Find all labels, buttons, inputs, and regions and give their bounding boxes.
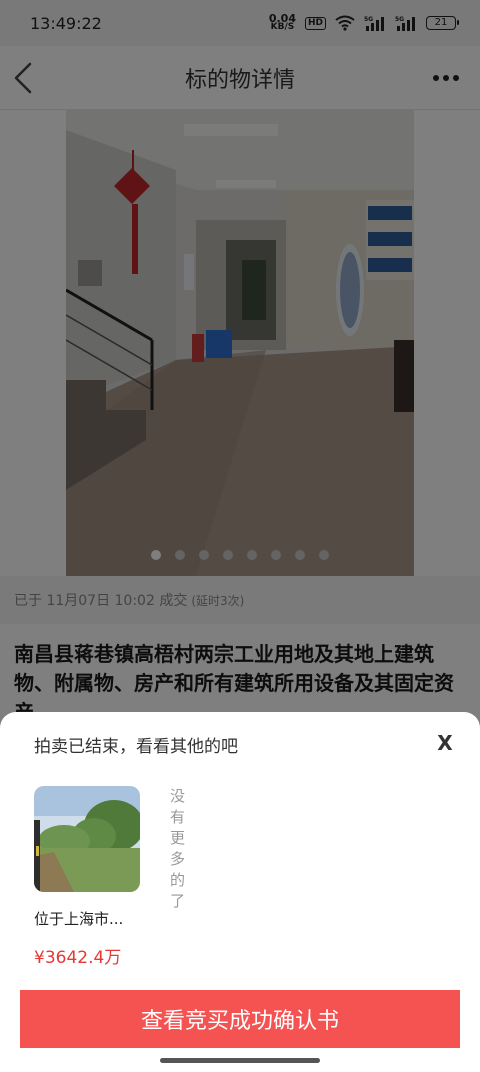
recommendation-thumbnail xyxy=(34,786,140,892)
home-indicator[interactable] xyxy=(160,1058,320,1063)
recommendation-location: 位于上海市... xyxy=(34,910,124,928)
recommendation-card[interactable]: 位于上海市... ¥3642.4万 xyxy=(34,786,144,968)
auction-ended-sheet: 拍卖已结束，看看其他的吧 X 位于上海市... ¥3642.4万 没有更多的了 … xyxy=(0,712,480,1072)
sheet-title: 拍卖已结束，看看其他的吧 xyxy=(34,737,238,757)
recommendation-price: ¥3642.4万 xyxy=(34,948,122,968)
view-confirmation-button[interactable]: 查看竞买成功确认书 xyxy=(20,990,460,1048)
no-more-text: 没有更多的了 xyxy=(170,787,186,910)
close-button[interactable]: X xyxy=(428,728,462,758)
